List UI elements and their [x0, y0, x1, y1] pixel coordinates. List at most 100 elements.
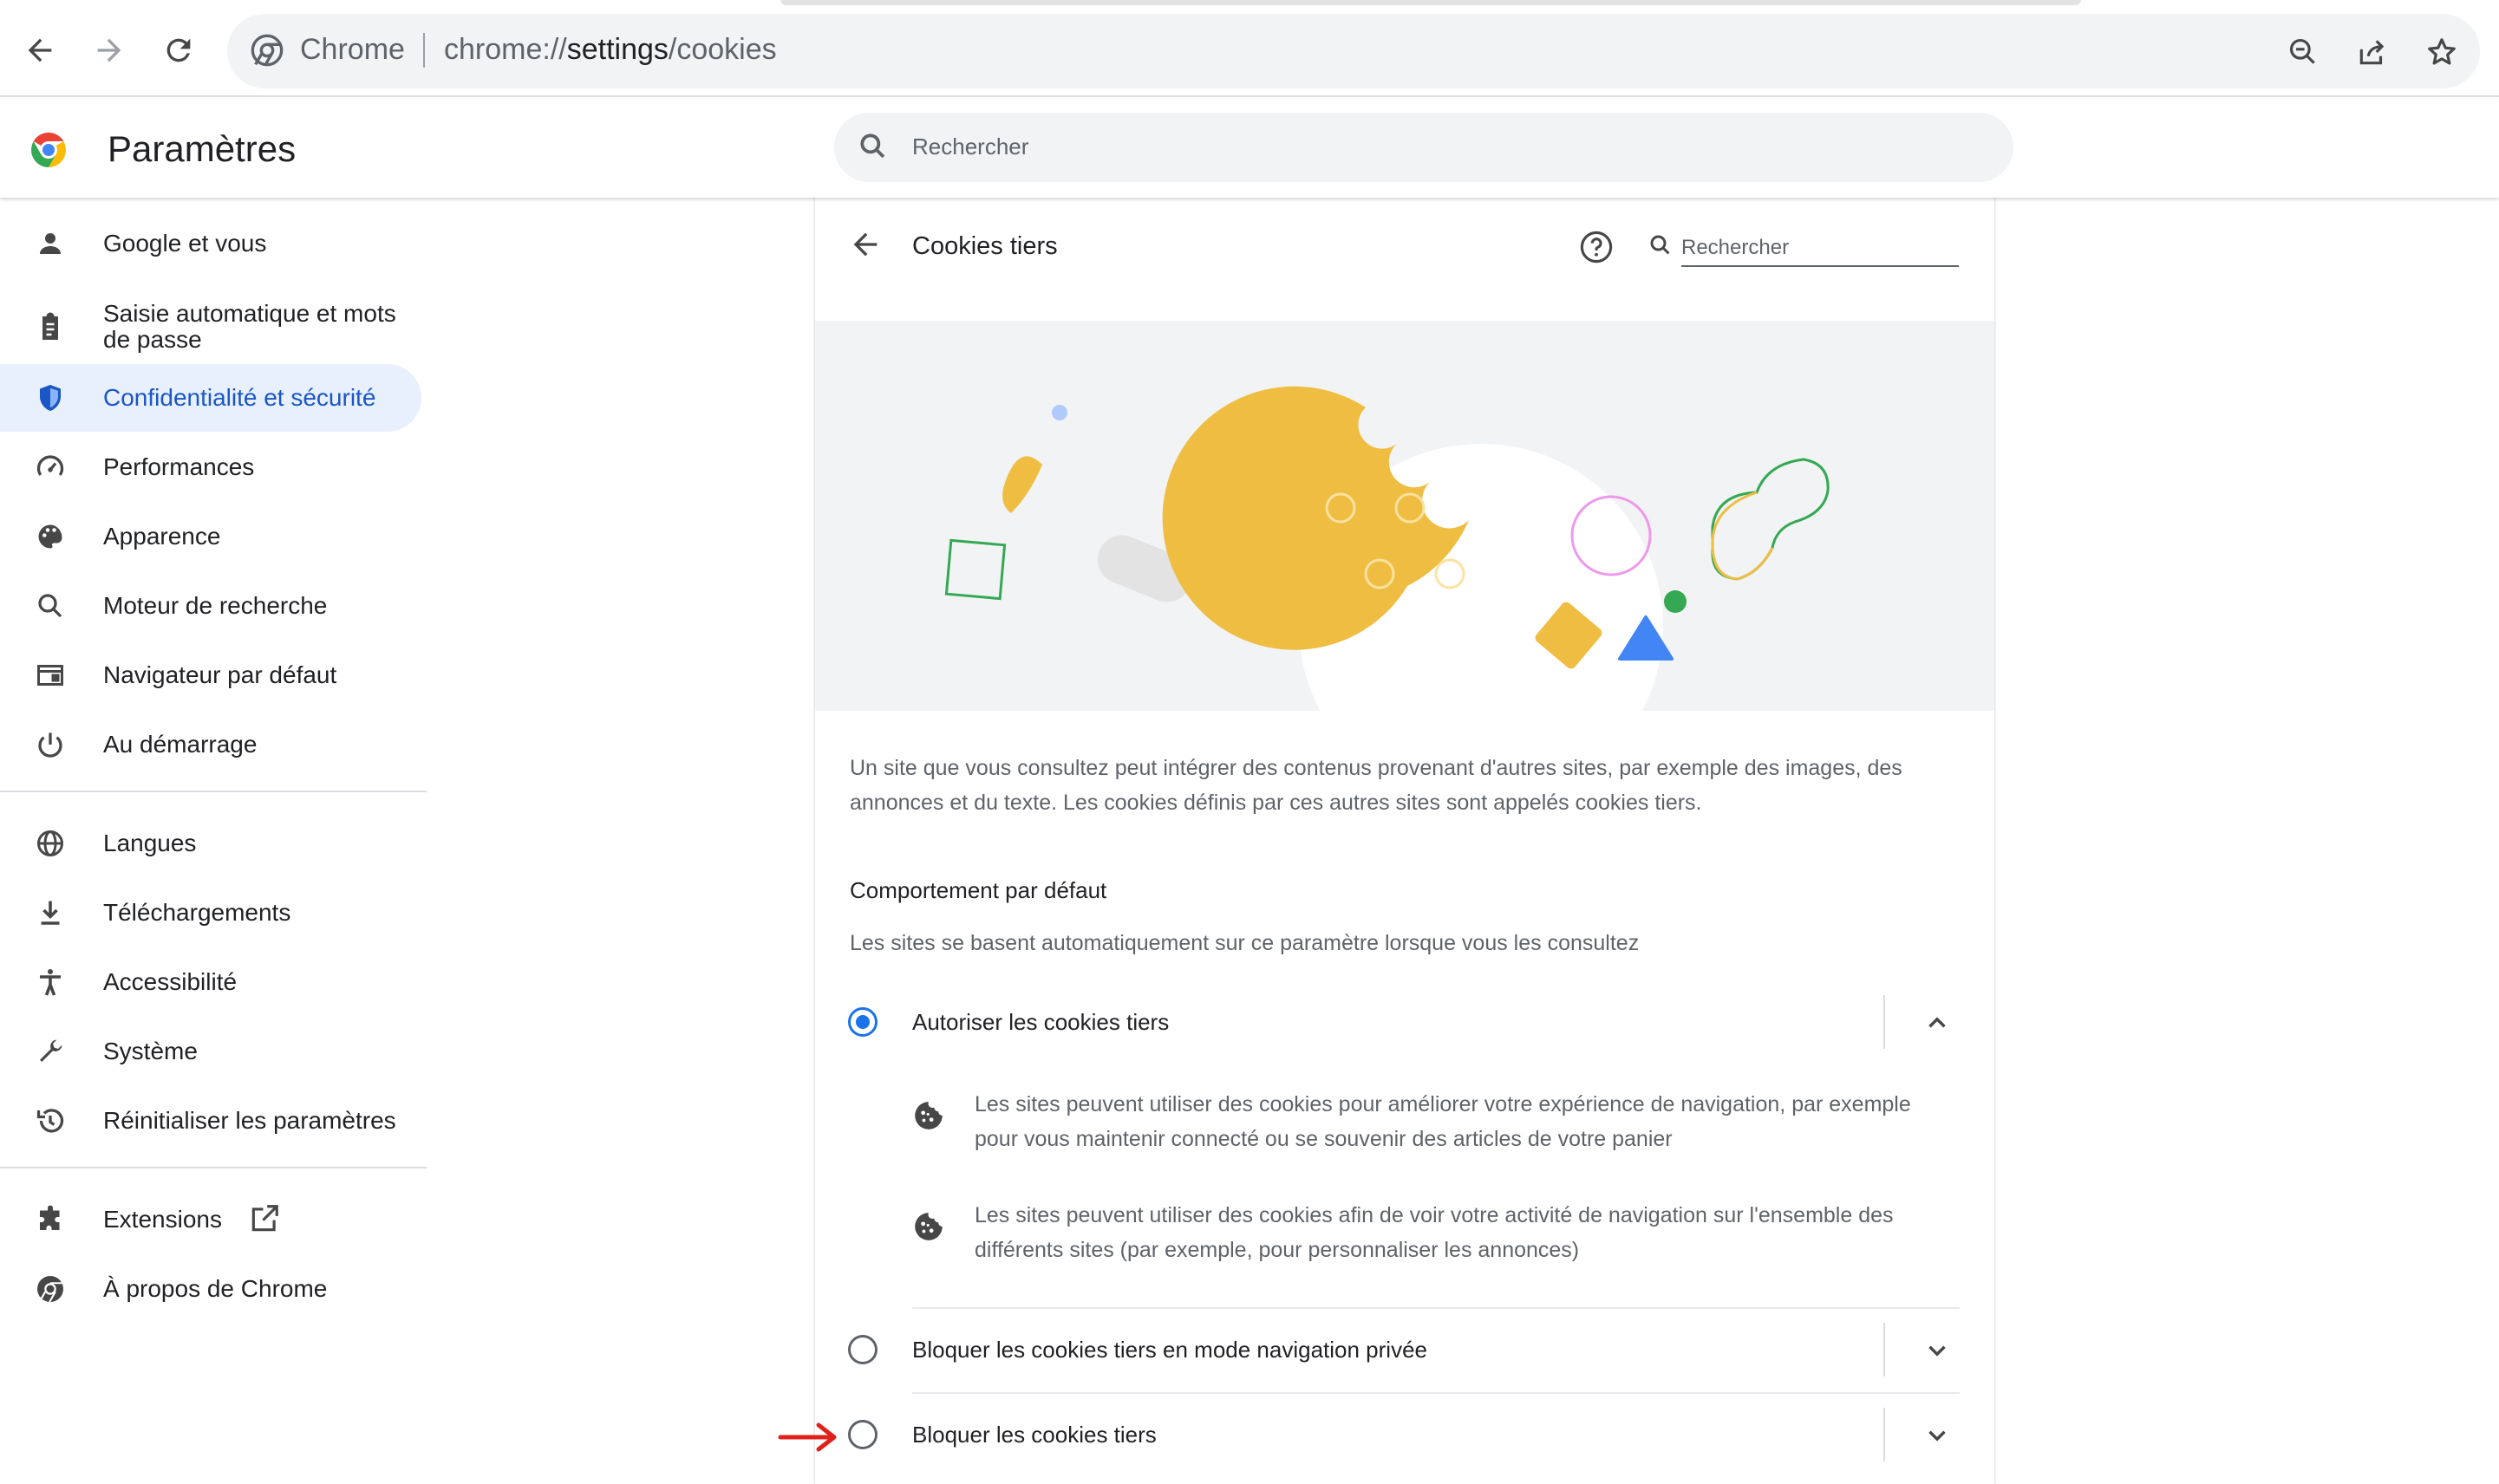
search-icon [33, 589, 68, 623]
sidebar-item-accessibility[interactable]: Accessibilité [0, 948, 421, 1016]
radio-button[interactable] [848, 1007, 878, 1037]
sidebar-item-label: Accessibilité [103, 968, 238, 995]
clipboard-icon [33, 309, 68, 344]
collapse-button[interactable] [1920, 1006, 1954, 1040]
external-link-icon [248, 1202, 281, 1240]
sidebar-item-about[interactable]: À propos de Chrome [0, 1255, 421, 1323]
option-block-third-party-cookies[interactable]: Bloquer les cookies tiers [815, 1392, 1994, 1477]
sidebar-item-label: Performances [103, 453, 255, 480]
page-search-input[interactable] [1681, 231, 1959, 267]
chevron-up-icon [1928, 1017, 1946, 1028]
browser-toolbar: Chrome chrome://settings/cookies [0, 0, 2499, 97]
reload-button[interactable] [154, 26, 203, 75]
sidebar-divider [0, 1167, 427, 1168]
card-header: Cookies tiers [815, 198, 1994, 319]
zoom-button[interactable] [2284, 33, 2322, 71]
chrome-icon [251, 34, 284, 67]
forward-button[interactable] [85, 26, 134, 75]
option-label: Autoriser les cookies tiers [912, 1009, 1170, 1035]
option-allow-third-party-cookies[interactable]: Autoriser les cookies tiers [815, 980, 1994, 1064]
sidebar-item-privacy[interactable]: Confidentialité et sécurité [0, 364, 421, 432]
chevron-down-icon [1928, 1345, 1946, 1357]
settings-header: Paramètres Rechercher [0, 99, 2499, 198]
settings-sidebar: Google et vous Saisie automatique et mot… [0, 198, 430, 1484]
person-icon [33, 226, 68, 261]
sidebar-item-label: Navigateur par défaut [103, 661, 337, 688]
cookie-icon [912, 1210, 945, 1247]
accessibility-icon [33, 965, 68, 999]
address-bar[interactable]: Chrome chrome://settings/cookies [227, 14, 2480, 88]
omnibox-separator [423, 33, 425, 68]
shield-icon [33, 381, 68, 415]
chrome-logo-icon [31, 133, 66, 167]
arrow-left-icon [853, 232, 878, 257]
url-text: chrome://settings/cookies [444, 33, 777, 67]
puzzle-icon [33, 1202, 68, 1237]
sidebar-item-label: Langues [103, 830, 197, 856]
power-icon [33, 727, 68, 762]
sidebar-item-label: Extensions [103, 1206, 222, 1233]
sidebar-item-google[interactable]: Google et vous [0, 210, 421, 277]
row-separator [1883, 1323, 1885, 1377]
speedometer-icon [33, 450, 68, 485]
url-host: settings [566, 33, 669, 66]
back-button[interactable] [16, 26, 64, 75]
zoom-out-icon [2289, 38, 2315, 64]
history-icon [33, 1103, 68, 1138]
sidebar-item-languages[interactable]: Langues [0, 810, 421, 877]
page-description: Un site que vous consultez peut intégrer… [850, 756, 1902, 815]
radio-button[interactable] [848, 1420, 878, 1449]
search-icon [1648, 232, 1674, 263]
option-block-incognito[interactable]: Bloquer les cookies tiers en mode naviga… [815, 1307, 1994, 1392]
sidebar-item-appearance[interactable]: Apparence [0, 503, 421, 570]
sidebar-item-label: Téléchargements [103, 899, 291, 926]
site-label: Chrome [300, 33, 405, 66]
cookies-settings-card: Cookies tiers Un si [815, 198, 1994, 1484]
share-icon [2359, 40, 2385, 65]
cookie-illustration-graphic [944, 386, 1830, 711]
bookmark-button[interactable] [2423, 33, 2461, 71]
sidebar-item-system[interactable]: Système [0, 1018, 421, 1085]
sidebar-item-extensions[interactable]: Extensions [0, 1186, 421, 1253]
section-heading: Comportement par défaut [850, 877, 1107, 903]
tab-strip-edge [780, 0, 2081, 5]
option-detail-text: Les sites peuvent utiliser des cookies p… [975, 1092, 1911, 1151]
wrench-icon [33, 1034, 68, 1069]
row-separator [1883, 995, 1885, 1049]
sidebar-item-downloads[interactable]: Téléchargements [0, 879, 421, 947]
settings-search-field[interactable]: Rechercher [834, 113, 2013, 182]
sidebar-item-performance[interactable]: Performances [0, 433, 421, 501]
expand-button[interactable] [1920, 1418, 1954, 1453]
sidebar-item-default-browser[interactable]: Navigateur par défaut [0, 641, 421, 709]
search-icon [860, 133, 885, 159]
url-path: /cookies [668, 33, 777, 66]
cookies-illustration [815, 321, 1994, 711]
sidebar-item-label: Moteur de recherche [103, 592, 328, 619]
share-button[interactable] [2353, 33, 2391, 71]
option-detail-text: Les sites peuvent utiliser des cookies a… [975, 1203, 1894, 1262]
globe-icon [33, 826, 68, 861]
sidebar-item-label: Saisie automatique et mots de passe [103, 300, 396, 353]
sidebar-item-label: Apparence [103, 523, 221, 550]
help-button[interactable] [1578, 229, 1615, 270]
sidebar-item-label: Réinitialiser les paramètres [103, 1107, 396, 1134]
sidebar-item-on-startup[interactable]: Au démarrage [0, 711, 421, 778]
sidebar-item-autofill[interactable]: Saisie automatique et mots de passe [0, 290, 421, 364]
reload-icon [166, 38, 191, 62]
sidebar-item-label: Google et vous [103, 230, 267, 257]
settings-search-placeholder: Rechercher [912, 133, 1029, 159]
section-subtext: Les sites se basent automatiquement sur … [850, 931, 1640, 955]
radio-button[interactable] [848, 1335, 878, 1364]
sidebar-item-reset[interactable]: Réinitialiser les paramètres [0, 1087, 421, 1155]
sidebar-item-search-engine[interactable]: Moteur de recherche [0, 572, 421, 640]
help-icon [1580, 231, 1613, 264]
expand-button[interactable] [1920, 1333, 1954, 1368]
sidebar-divider [0, 791, 427, 792]
download-icon [33, 895, 68, 930]
star-icon [2428, 38, 2456, 65]
annotation-arrow [777, 1422, 843, 1457]
cookie-icon [912, 1099, 945, 1136]
back-arrow-button[interactable] [848, 227, 883, 266]
row-separator [1883, 1408, 1885, 1461]
sidebar-item-label: Système [103, 1038, 198, 1064]
